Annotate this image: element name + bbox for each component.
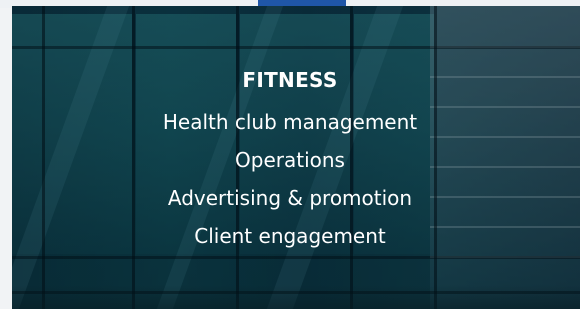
list-item-client-engagement: Client engagement: [194, 224, 386, 248]
bottom-shade: [12, 285, 580, 309]
page: FITNESS Health club management Operation…: [0, 0, 580, 309]
hero-title: FITNESS: [242, 68, 338, 92]
list-item-health-club-management: Health club management: [162, 110, 418, 134]
list-item-advertising-promotion: Advertising & promotion: [167, 186, 413, 210]
hero-content: FITNESS Health club management Operation…: [0, 66, 580, 255]
list-item-operations: Operations: [235, 148, 345, 172]
